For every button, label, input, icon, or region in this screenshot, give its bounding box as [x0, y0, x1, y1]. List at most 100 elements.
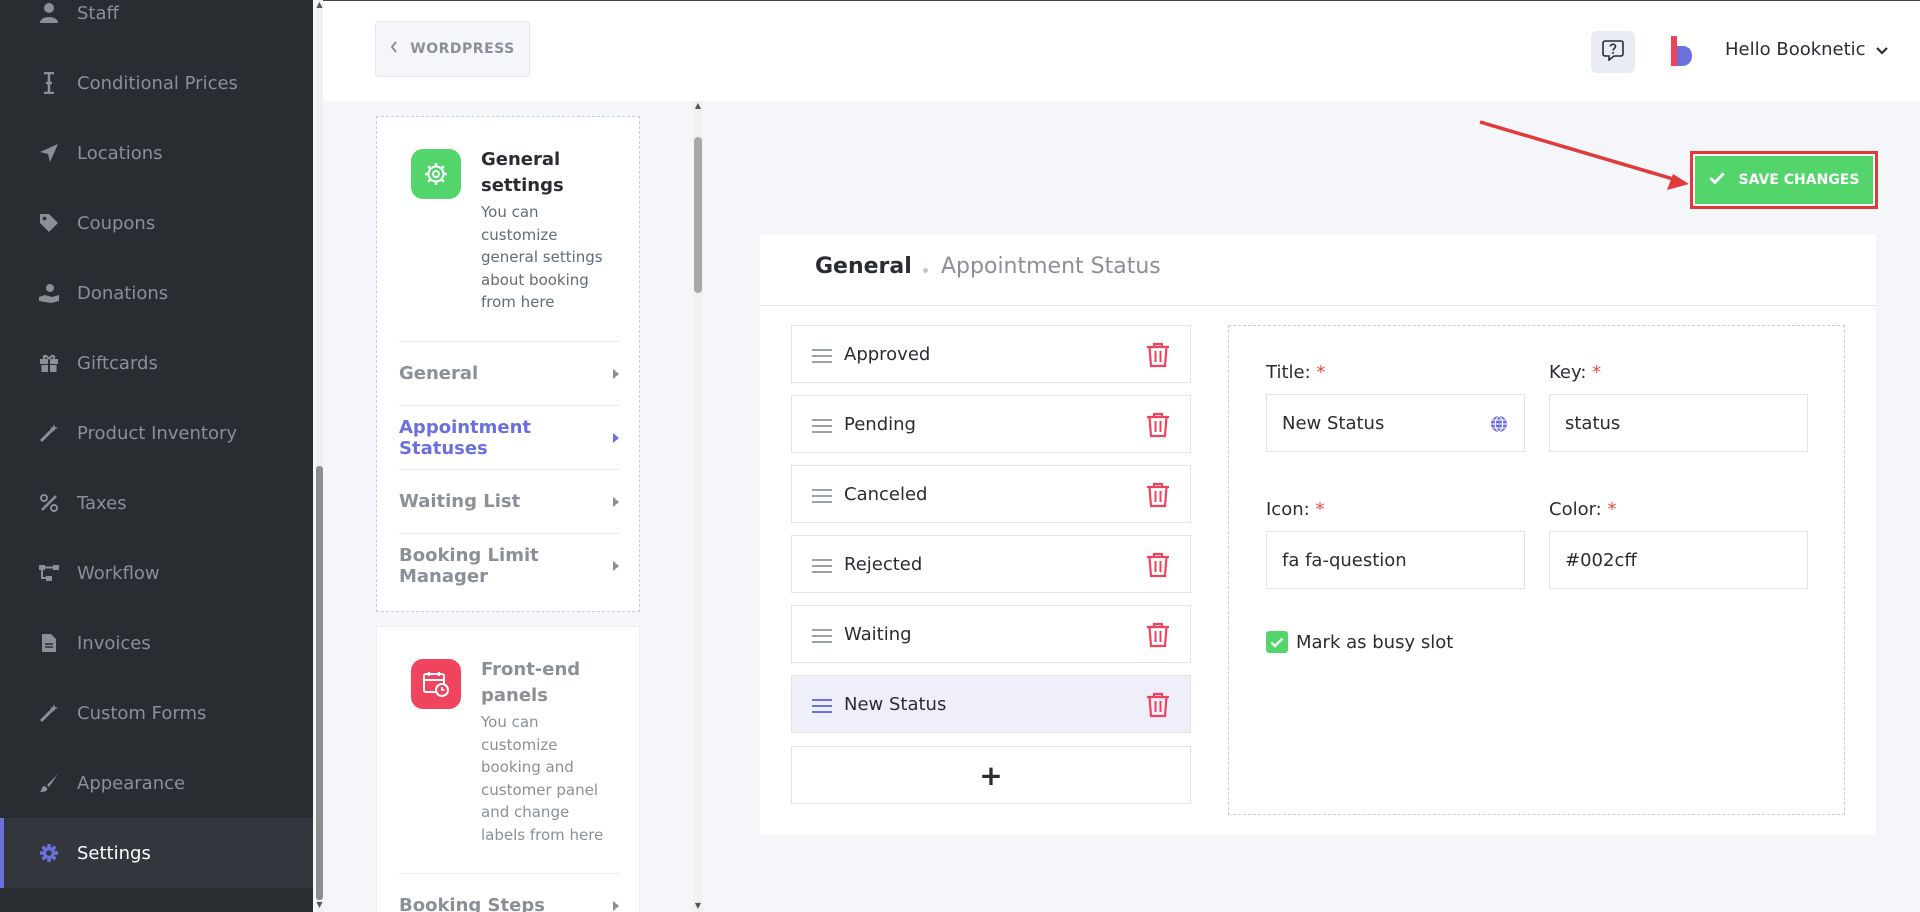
sidebar-item-taxes[interactable]: Taxes [0, 468, 313, 538]
status-item-new-status[interactable]: New Status [791, 675, 1191, 733]
question-chat-icon [1602, 39, 1624, 65]
chevron-down-icon [1875, 39, 1888, 60]
settings-link-appointment-statuses[interactable]: Appointment Statuses [399, 405, 619, 469]
busy-slot-checkbox[interactable]: Mark as busy slot [1266, 631, 1453, 653]
sidebar-item-label: Taxes [77, 492, 127, 514]
sidebar-item-label: Locations [77, 142, 163, 164]
drag-handle-icon[interactable] [812, 559, 832, 577]
help-button[interactable] [1591, 31, 1635, 73]
scrollbar-thumb[interactable] [316, 466, 323, 900]
status-item-canceled[interactable]: Canceled [791, 465, 1191, 523]
general-settings-description: You can customize general settings about… [481, 203, 603, 311]
scrollbar-thumb[interactable] [694, 137, 702, 293]
settings-link-waiting-list[interactable]: Waiting List [399, 469, 619, 533]
color-input[interactable]: #002cff [1549, 531, 1808, 589]
settings-menu-scrollbar[interactable]: ▲ ▼ [693, 101, 703, 912]
sidebar-item-label: Product Inventory [77, 422, 238, 444]
user-menu[interactable]: Hello Booknetic [1725, 39, 1888, 60]
status-item-rejected[interactable]: Rejected [791, 535, 1191, 593]
add-status-button[interactable]: + [791, 746, 1191, 804]
status-label: Approved [844, 343, 931, 365]
workflow-icon [38, 562, 60, 584]
settings-link-booking-limit-manager[interactable]: Booking Limit Manager [399, 533, 619, 597]
tag-icon [38, 212, 60, 234]
sidebar-item-label: Invoices [77, 632, 151, 654]
annotation-arrow [1479, 120, 1689, 190]
title-input[interactable]: New Status [1266, 394, 1525, 452]
sidebar-item-giftcards[interactable]: Giftcards [0, 328, 313, 398]
checkbox-checked-icon[interactable] [1266, 631, 1288, 653]
frontend-panels-description: You can customize booking and customer p… [481, 713, 604, 844]
caret-right-icon [613, 368, 619, 379]
breadcrumb: General Appointment Status [760, 234, 1876, 306]
required-mark: * [1316, 362, 1326, 383]
scroll-down-arrow[interactable]: ▼ [316, 900, 323, 909]
drag-handle-icon[interactable] [812, 419, 832, 437]
trash-icon[interactable] [1146, 342, 1170, 368]
trash-icon[interactable] [1146, 622, 1170, 648]
caret-right-icon [613, 496, 619, 507]
trash-icon[interactable] [1146, 412, 1170, 438]
scroll-up-arrow[interactable]: ▲ [316, 0, 323, 9]
drag-handle-icon[interactable] [812, 349, 832, 367]
breadcrumb-separator [923, 268, 928, 273]
busy-slot-label: Mark as busy slot [1296, 631, 1454, 653]
status-label: Waiting [844, 623, 912, 645]
sidebar-scrollbar[interactable]: ▲ ▼ [316, 0, 323, 912]
sidebar-item-label: Donations [77, 282, 169, 304]
calendar-clock-icon [411, 659, 461, 709]
sidebar-item-settings[interactable]: Settings [0, 818, 313, 888]
scroll-up-arrow[interactable]: ▲ [693, 101, 703, 110]
sidebar-item-locations[interactable]: Locations [0, 118, 313, 188]
sidebar-item-appearance[interactable]: Appearance [0, 748, 313, 818]
sidebar-item-conditional-prices[interactable]: Conditional Prices [0, 48, 313, 118]
sidebar-item-product-inventory[interactable]: Product Inventory [0, 398, 313, 468]
status-edit-form: Title: * New Status Key: * status Icon: … [1228, 325, 1845, 815]
settings-link-general[interactable]: General [399, 341, 619, 405]
wordpress-back-button[interactable]: WORDPRESS [375, 21, 530, 77]
settings-link-booking-steps[interactable]: Booking Steps [399, 873, 619, 912]
frontend-panels-title: Front-end panels [481, 659, 581, 706]
color-field-label: Color: * [1549, 499, 1616, 520]
drag-handle-icon[interactable] [812, 629, 832, 647]
brush-icon [38, 772, 60, 794]
booknetic-logo [1669, 36, 1693, 66]
status-item-approved[interactable]: Approved [791, 325, 1191, 383]
globe-icon[interactable] [1490, 415, 1508, 433]
i-beam-icon [38, 72, 60, 94]
trash-icon[interactable] [1146, 552, 1170, 578]
sidebar-item-coupons[interactable]: Coupons [0, 188, 313, 258]
key-input[interactable]: status [1549, 394, 1808, 452]
caret-right-icon [613, 900, 619, 911]
icon-input[interactable]: fa fa-question [1266, 531, 1525, 589]
sidebar-item-staff[interactable]: Staff [0, 0, 313, 48]
drag-handle-icon[interactable] [812, 489, 832, 507]
scroll-down-arrow[interactable]: ▼ [693, 901, 703, 910]
save-changes-button[interactable]: SAVE CHANGES [1690, 151, 1878, 209]
appointment-status-panel: General Appointment Status Approved Pend… [760, 234, 1876, 835]
general-settings-card: General settings You can customize gener… [376, 116, 640, 612]
caret-right-icon [613, 560, 619, 571]
sidebar-item-label: Appearance [77, 772, 186, 794]
gear-icon [38, 842, 60, 864]
breadcrumb-section: General [815, 254, 912, 279]
status-item-waiting[interactable]: Waiting [791, 605, 1191, 663]
required-mark: * [1315, 499, 1325, 520]
icon-input-value: fa fa-question [1282, 549, 1407, 571]
sidebar-item-custom-forms[interactable]: Custom Forms [0, 678, 313, 748]
status-item-pending[interactable]: Pending [791, 395, 1191, 453]
key-field-label: Key: * [1549, 362, 1601, 383]
sidebar-item-workflow[interactable]: Workflow [0, 538, 313, 608]
save-changes-label: SAVE CHANGES [1738, 172, 1860, 188]
settings-link-label: Waiting List [399, 491, 521, 512]
settings-link-label: Booking Limit Manager [399, 544, 539, 587]
hand-holding-icon [38, 282, 60, 304]
sidebar-item-invoices[interactable]: Invoices [0, 608, 313, 678]
trash-icon[interactable] [1146, 482, 1170, 508]
gift-icon [38, 352, 60, 374]
trash-icon[interactable] [1146, 692, 1170, 718]
sidebar-item-donations[interactable]: Donations [0, 258, 313, 328]
top-bar: WORDPRESS Hello Booknetic [323, 0, 1920, 101]
user-icon [38, 2, 60, 24]
drag-handle-icon[interactable] [812, 699, 832, 717]
